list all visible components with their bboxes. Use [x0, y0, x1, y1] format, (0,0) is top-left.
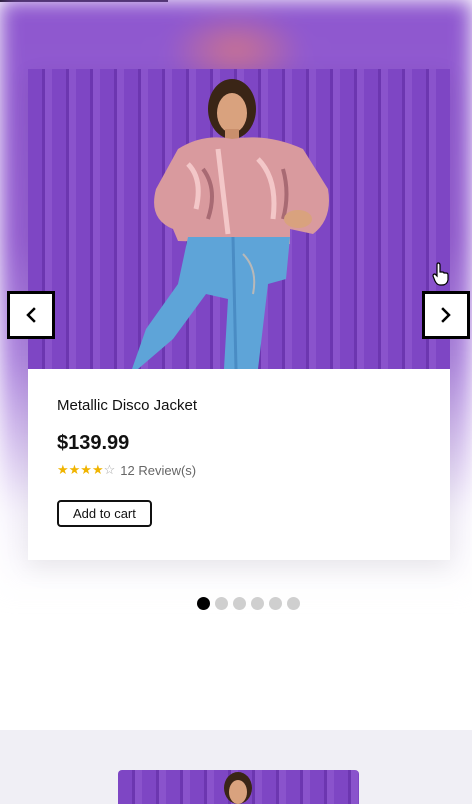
- carousel-dot[interactable]: [215, 597, 228, 610]
- carousel-next-button[interactable]: [422, 291, 470, 339]
- fashion-model-photo: [132, 79, 329, 369]
- review-count[interactable]: 12 Review(s): [120, 463, 196, 478]
- next-section: [0, 730, 472, 804]
- rating-row: ★★★★☆ 12 Review(s): [57, 462, 197, 478]
- carousel-dot[interactable]: [251, 597, 264, 610]
- product-card: Metallic Disco Jacket $139.99 ★★★★☆ 12 R…: [28, 69, 450, 560]
- chevron-left-icon: [26, 307, 36, 323]
- carousel-prev-button[interactable]: [7, 291, 55, 339]
- star-empty-icon: ☆: [103, 462, 116, 477]
- hand-cursor-icon: [432, 262, 449, 286]
- star-icon: ★★★★: [57, 462, 104, 477]
- product-image[interactable]: [28, 69, 450, 369]
- product-price: $139.99: [57, 432, 130, 454]
- chevron-right-icon: [441, 307, 451, 323]
- carousel-dot[interactable]: [269, 597, 282, 610]
- fashion-model-photo-thumb: [224, 772, 252, 804]
- product-info: Metallic Disco Jacket $139.99 ★★★★☆ 12 R…: [57, 397, 197, 527]
- add-to-cart-button[interactable]: Add to cart: [57, 500, 152, 527]
- carousel-dot[interactable]: [233, 597, 246, 610]
- carousel-dot[interactable]: [197, 597, 210, 610]
- next-product-image[interactable]: [118, 770, 359, 804]
- carousel-dot[interactable]: [287, 597, 300, 610]
- product-name[interactable]: Metallic Disco Jacket: [57, 397, 197, 414]
- carousel-pagination: [197, 597, 300, 610]
- star-rating: ★★★★☆: [57, 462, 115, 478]
